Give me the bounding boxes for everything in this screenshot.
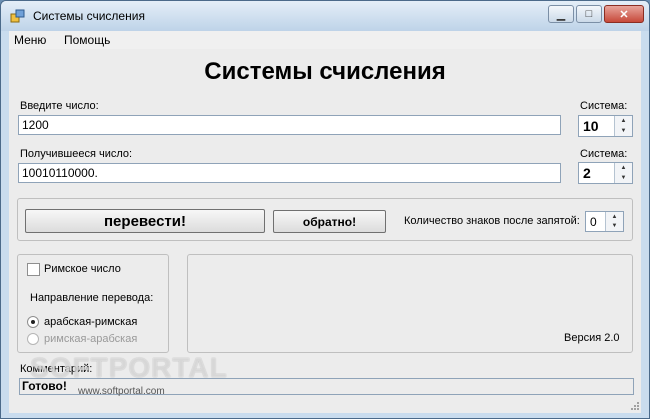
roman-checkbox-label[interactable]: Римское число [44, 263, 121, 275]
output-system-arrows: ▲ ▼ [614, 163, 632, 183]
input-system-arrows: ▲ ▼ [614, 116, 632, 136]
resize-grip-icon[interactable] [628, 399, 640, 411]
spin-down-icon[interactable]: ▼ [606, 221, 623, 231]
menu-item-menu[interactable]: Меню [14, 33, 46, 47]
convert-button[interactable]: перевести! [25, 209, 265, 233]
radio-roman-arabic[interactable] [27, 333, 39, 345]
output-number-label: Получившееся число: [20, 148, 133, 160]
input-system-label: Система: [580, 100, 628, 112]
output-number-field[interactable] [18, 163, 561, 183]
direction-label: Направление перевода: [30, 292, 154, 304]
output-system-value: 2 [583, 165, 591, 181]
close-button[interactable]: ✕ [604, 5, 644, 23]
decimals-value: 0 [590, 215, 597, 229]
menu-item-help[interactable]: Помощь [64, 33, 110, 47]
radio-roman-arabic-label[interactable]: римская-арабская [44, 333, 137, 345]
spin-down-icon[interactable]: ▼ [615, 126, 632, 136]
output-system-label: Система: [580, 148, 628, 160]
maximize-button[interactable]: □ [576, 5, 602, 23]
decimals-arrows: ▲ ▼ [605, 212, 623, 231]
input-number-field[interactable] [18, 115, 561, 135]
output-system-stepper[interactable]: 2 ▲ ▼ [578, 162, 633, 184]
close-icon: ✕ [619, 8, 629, 21]
window-title: Системы счисления [33, 9, 145, 23]
radio-arabic-roman-label[interactable]: арабская-римская [44, 316, 137, 328]
title-bar[interactable]: Системы счисления ▁ □ ✕ [1, 1, 649, 31]
menu-bar: Меню Помощь [9, 31, 641, 50]
input-system-stepper[interactable]: 10 ▲ ▼ [578, 115, 633, 137]
softportal-watermark-logo: SOFTPORTAL [30, 352, 228, 383]
minimize-button[interactable]: ▁ [548, 5, 574, 23]
radio-arabic-roman[interactable] [27, 316, 39, 328]
maximize-icon: □ [585, 8, 593, 20]
minimize-icon: ▁ [556, 8, 566, 21]
reverse-button[interactable]: обратно! [273, 210, 386, 233]
input-system-value: 10 [583, 118, 599, 134]
roman-checkbox[interactable] [27, 263, 40, 276]
input-number-label: Введите число: [20, 100, 99, 112]
softportal-watermark-url: www.softportal.com [78, 386, 165, 397]
version-label: Версия 2.0 [564, 332, 620, 344]
page-title: Системы счисления [204, 58, 446, 85]
decimals-label: Количество знаков после запятой: [404, 215, 580, 227]
spin-down-icon[interactable]: ▼ [615, 173, 632, 183]
app-window-icon [10, 9, 25, 23]
decimals-stepper[interactable]: 0 ▲ ▼ [585, 211, 624, 232]
